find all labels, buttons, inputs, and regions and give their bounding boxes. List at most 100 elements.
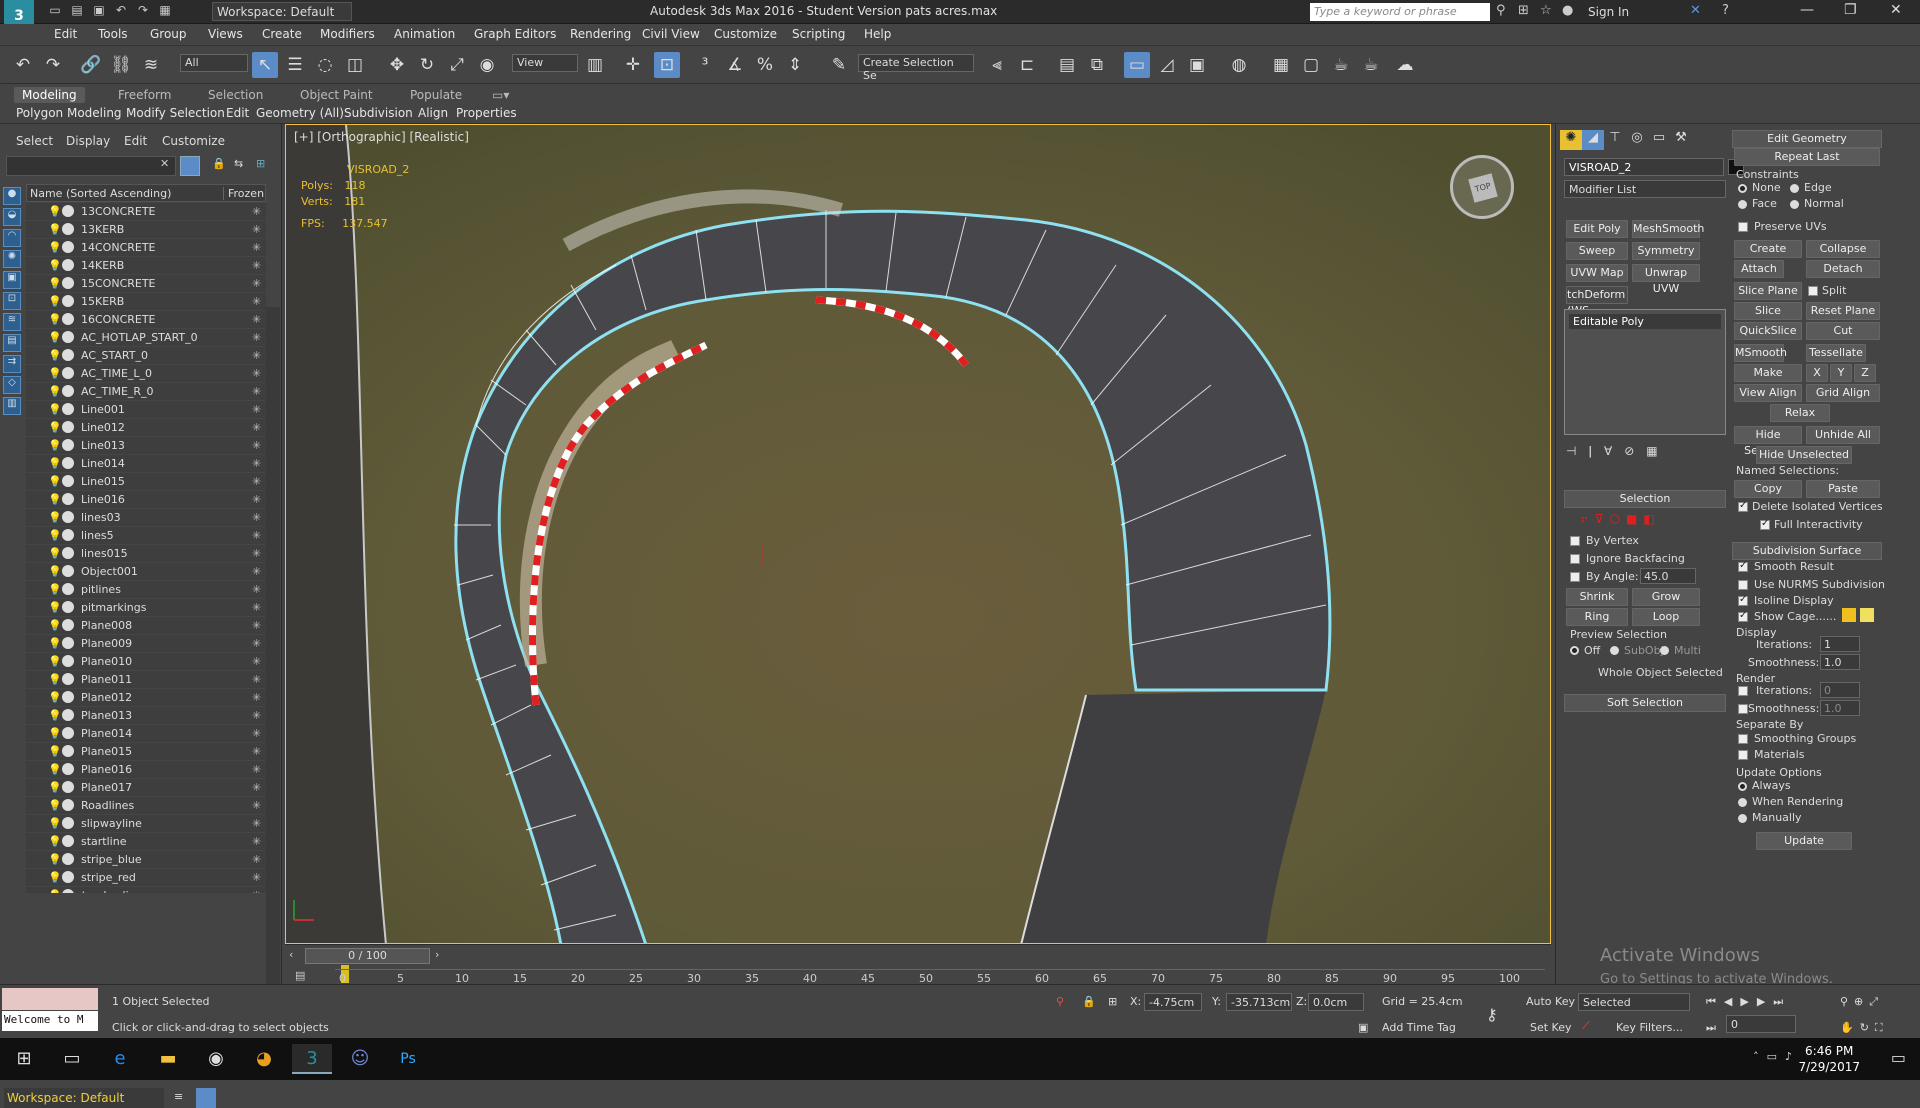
- light-bulb-icon[interactable]: 💡: [48, 493, 62, 506]
- display-iterations-spinner[interactable]: 1: [1820, 636, 1860, 652]
- close-icon[interactable]: ✕: [1890, 2, 1902, 18]
- freeze-icon[interactable]: ✳: [252, 673, 261, 686]
- angle-snap-icon[interactable]: ∡: [722, 52, 748, 78]
- viewport-orthographic[interactable]: [+] [Orthographic] [Realistic] VISROAD_2…: [285, 124, 1551, 944]
- light-bulb-icon[interactable]: 💡: [48, 313, 62, 326]
- msmooth-button[interactable]: MSmooth: [1734, 344, 1787, 362]
- maxscript-listener[interactable]: [2, 988, 98, 1010]
- light-bulb-icon[interactable]: 💡: [48, 241, 62, 254]
- light-bulb-icon[interactable]: 💡: [48, 871, 62, 884]
- modify-tab-icon[interactable]: ◢: [1582, 130, 1604, 150]
- constraint-none-radio[interactable]: [1738, 184, 1747, 193]
- light-bulb-icon[interactable]: 💡: [48, 421, 62, 434]
- light-bulb-icon[interactable]: 💡: [48, 475, 62, 488]
- modifier-list-dropdown[interactable]: Modifier List: [1564, 180, 1726, 198]
- viewcube-icon[interactable]: TOP: [1450, 155, 1514, 219]
- scene-list-item[interactable]: 💡 Line013 ✳: [26, 437, 266, 455]
- scene-list-item[interactable]: 💡 lines03 ✳: [26, 509, 266, 527]
- by-vertex-checkbox[interactable]: [1570, 536, 1580, 546]
- viewport-nav-icons[interactable]: ⚲⊕⤢: [1840, 995, 1884, 1009]
- select-object-icon[interactable]: ↖: [252, 52, 278, 78]
- freeze-icon[interactable]: ✳: [252, 349, 261, 362]
- key-mode-dropdown[interactable]: Selected: [1578, 993, 1690, 1011]
- clear-search-icon[interactable]: ✕: [160, 157, 169, 170]
- set-key-icon[interactable]: ⟋: [1582, 1019, 1590, 1033]
- mod-meshsmooth-button[interactable]: MeshSmooth: [1632, 220, 1704, 238]
- maxscript-mini-listener[interactable]: Welcome to M: [2, 1011, 98, 1031]
- scene-list-item[interactable]: 💡 AC_HOTLAP_START_0 ✳: [26, 329, 266, 347]
- light-bulb-icon[interactable]: 💡: [48, 583, 62, 596]
- edit-geometry-rollout-header[interactable]: Edit Geometry: [1732, 130, 1882, 148]
- selection-filter-dropdown[interactable]: All: [180, 54, 248, 72]
- subobject-level-icons[interactable]: ⠖⊽⬡■◧: [1580, 512, 1661, 526]
- delete-isolated-checkbox[interactable]: [1738, 500, 1748, 512]
- timeline-ruler[interactable]: 0 5 10 15 20 25 30 35 40 45 50 55 60 65 70 75 80 85 90 95 10…: [335, 969, 1545, 985]
- attach-button[interactable]: Attach: [1734, 260, 1784, 278]
- light-bulb-icon[interactable]: 💡: [48, 529, 62, 542]
- menu-edit[interactable]: Edit: [54, 27, 77, 41]
- update-manually-radio[interactable]: [1738, 814, 1747, 823]
- selection-rollout-header[interactable]: Selection: [1564, 490, 1726, 508]
- light-bulb-icon[interactable]: 💡: [48, 349, 62, 362]
- light-bulb-icon[interactable]: 💡: [48, 259, 62, 272]
- light-bulb-icon[interactable]: 💡: [48, 853, 62, 866]
- coord-x-field[interactable]: -4.75cm: [1144, 993, 1202, 1011]
- steam-icon[interactable]: ◉: [196, 1044, 236, 1074]
- view-align-button[interactable]: View Align: [1734, 384, 1802, 402]
- help-icon[interactable]: ?: [1722, 3, 1729, 18]
- list-header[interactable]: Name (Sorted Ascending) Frozen: [26, 184, 266, 202]
- mod-uvw-map-button[interactable]: UVW Map: [1566, 264, 1628, 282]
- user-icon[interactable]: ●: [1562, 3, 1573, 18]
- key-icon[interactable]: ⚷: [1486, 1005, 1498, 1024]
- menu-help[interactable]: Help: [864, 27, 891, 41]
- show-cage-checkbox[interactable]: [1738, 610, 1748, 622]
- favorites-icon[interactable]: ☆: [1540, 3, 1552, 18]
- light-bulb-icon[interactable]: 💡: [48, 277, 62, 290]
- scene-list-item[interactable]: 💡 Plane010 ✳: [26, 653, 266, 671]
- freeze-icon[interactable]: ✳: [252, 331, 261, 344]
- light-bulb-icon[interactable]: 💡: [48, 385, 62, 398]
- scene-tab-customize[interactable]: Customize: [162, 134, 225, 148]
- current-frame-field[interactable]: 0: [1726, 1015, 1796, 1033]
- link-icon[interactable]: 🔗: [78, 52, 104, 78]
- set-key-button[interactable]: Set Key: [1530, 1021, 1572, 1034]
- update-button[interactable]: Update: [1756, 832, 1852, 850]
- menu-animation[interactable]: Animation: [394, 27, 455, 41]
- preserve-uvs-checkbox[interactable]: [1738, 222, 1748, 232]
- groups-filter-icon[interactable]: ▤: [3, 334, 21, 352]
- freeze-icon[interactable]: ✳: [252, 601, 261, 614]
- light-bulb-icon[interactable]: 💡: [48, 511, 62, 524]
- light-bulb-icon[interactable]: 💡: [48, 601, 62, 614]
- hide-selected-button[interactable]: Hide Selected: [1734, 426, 1802, 457]
- project-folder-icon[interactable]: ▦: [154, 3, 176, 17]
- viewport-scene[interactable]: [286, 125, 1551, 944]
- scene-list-item[interactable]: 💡 13KERB ✳: [26, 221, 266, 239]
- preview-subobj-radio[interactable]: [1610, 646, 1619, 655]
- restore-icon[interactable]: ❐: [1844, 2, 1857, 18]
- copy-button[interactable]: Copy: [1734, 480, 1802, 498]
- light-bulb-icon[interactable]: 💡: [48, 439, 62, 452]
- viewport-label-menu[interactable]: [+] [Orthographic] [Realistic]: [294, 130, 469, 144]
- materials-checkbox[interactable]: [1738, 750, 1748, 760]
- freeze-icon[interactable]: ✳: [252, 421, 261, 434]
- discord-icon[interactable]: ☺: [340, 1044, 380, 1074]
- selection-lock-icon[interactable]: 🔒: [1082, 995, 1096, 1008]
- auto-key-button[interactable]: Auto Key: [1526, 995, 1575, 1008]
- reference-coord-dropdown[interactable]: View: [512, 54, 578, 72]
- light-bulb-icon[interactable]: 💡: [48, 547, 62, 560]
- scene-list-item[interactable]: 💡 Line015 ✳: [26, 473, 266, 491]
- scene-find-input[interactable]: [6, 156, 176, 176]
- scene-tab-edit[interactable]: Edit: [124, 134, 147, 148]
- light-bulb-icon[interactable]: 💡: [48, 799, 62, 812]
- scene-scrollbar[interactable]: [266, 307, 280, 1065]
- windows-start-icon[interactable]: ⊞: [4, 1044, 44, 1074]
- freeze-icon[interactable]: ✳: [252, 223, 261, 236]
- stack-tools-icon[interactable]: ⊣ǀ∀⊘▦: [1566, 444, 1670, 458]
- grow-button[interactable]: Grow: [1632, 588, 1700, 606]
- freeze-icon[interactable]: ✳: [252, 853, 261, 866]
- save-icon[interactable]: ▣: [88, 3, 110, 17]
- freeze-icon[interactable]: ✳: [252, 547, 261, 560]
- scene-list-item[interactable]: 💡 15KERB ✳: [26, 293, 266, 311]
- scene-list-item[interactable]: 💡 trackspline ✳: [26, 887, 266, 893]
- freeze-icon[interactable]: ✳: [252, 691, 261, 704]
